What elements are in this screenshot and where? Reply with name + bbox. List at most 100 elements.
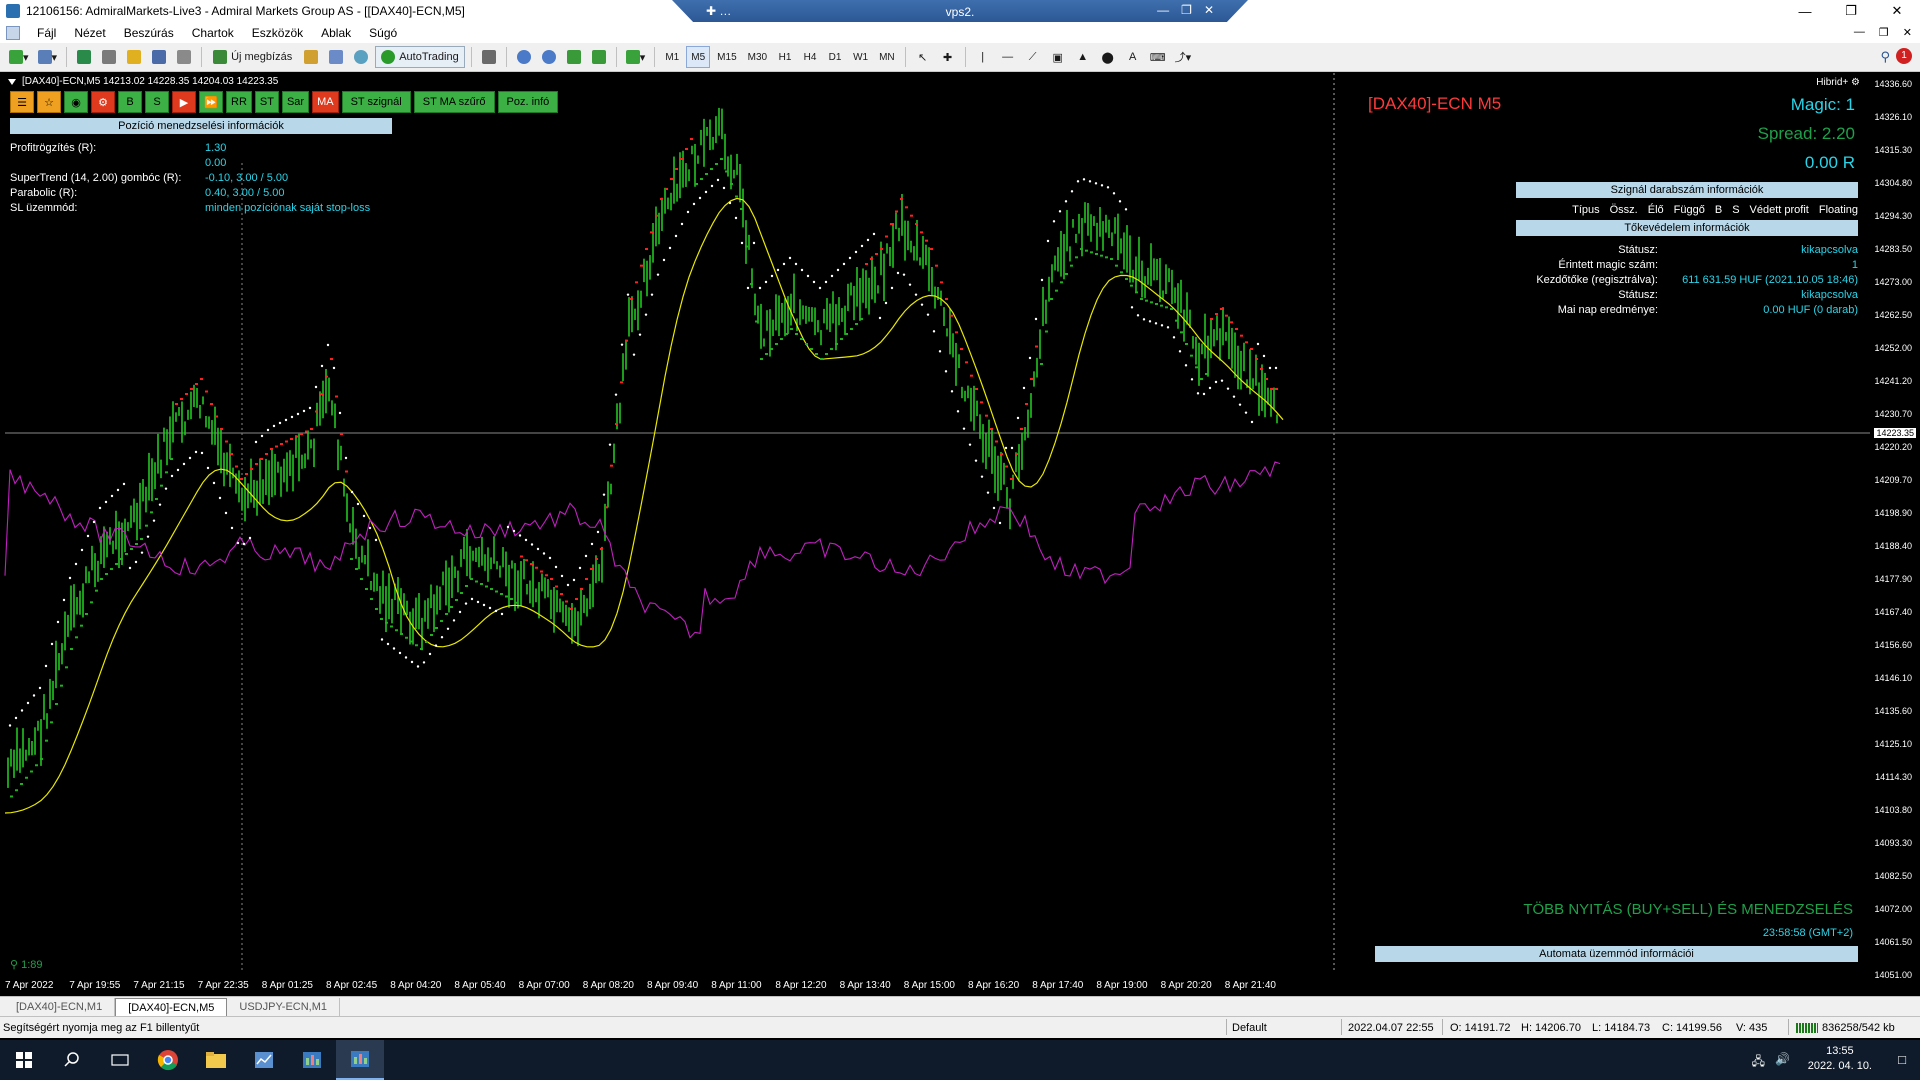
chart-shift-button[interactable]	[588, 46, 610, 68]
triangle-button[interactable]: ▲	[1072, 46, 1094, 68]
period-d1[interactable]: D1	[824, 46, 846, 68]
menu-insert[interactable]: Beszúrás	[115, 26, 183, 40]
navigator-button[interactable]	[123, 46, 145, 68]
text-button[interactable]: A	[1122, 46, 1144, 68]
remote-close-icon[interactable]: ✕	[1204, 3, 1214, 17]
zoom-in-button[interactable]	[513, 46, 535, 68]
period-mn[interactable]: MN	[875, 46, 899, 68]
ma-button[interactable]: MA	[312, 91, 339, 113]
rectangle-button[interactable]: ▣	[1047, 46, 1069, 68]
auto-mode-bar[interactable]: Automata üzemmód információi	[1375, 946, 1858, 962]
position-info-button[interactable]: Poz. infó	[497, 91, 559, 113]
indicators-button[interactable]: ▾	[623, 46, 649, 68]
menu-tools[interactable]: Eszközök	[243, 26, 312, 40]
bar-chart-button[interactable]	[478, 46, 500, 68]
remote-restore-icon[interactable]: ❐	[1181, 3, 1192, 17]
period-m15[interactable]: M15	[713, 46, 740, 68]
pin-icon[interactable]: ✚ …	[706, 4, 731, 18]
autoscroll-button[interactable]	[563, 46, 585, 68]
st-signal-button[interactable]: ST szignál	[341, 91, 411, 113]
volume-icon[interactable]: 🔊	[1775, 1052, 1790, 1073]
sar-button[interactable]: Sar	[281, 91, 310, 113]
ellipse-button[interactable]: ⬤	[1097, 46, 1119, 68]
st-button[interactable]: ST	[254, 91, 279, 113]
horizontal-line-button[interactable]: —	[997, 46, 1019, 68]
start-button[interactable]	[0, 1040, 48, 1080]
network-icon[interactable]: 🖧	[1752, 1052, 1765, 1073]
child-restore-icon[interactable]: ❐	[1879, 26, 1889, 39]
hibrid-label[interactable]: Hibrid+ ⚙	[1816, 77, 1860, 88]
sell-button[interactable]: S	[145, 91, 169, 113]
notification-icon[interactable]: 1	[1896, 48, 1912, 64]
connection-status[interactable]: 836258/542 kb	[1796, 1022, 1895, 1034]
eye-icon[interactable]: ◉	[64, 91, 88, 113]
menu-view[interactable]: Nézet	[65, 26, 114, 40]
autotrading-button[interactable]: AutoTrading	[375, 46, 465, 68]
period-h4[interactable]: H4	[799, 46, 821, 68]
menu-icon[interactable]: ☰	[10, 91, 34, 113]
period-m1[interactable]: M1	[661, 46, 683, 68]
play-icon[interactable]: ▶	[172, 91, 196, 113]
market-button[interactable]	[350, 46, 372, 68]
star-icon[interactable]: ☆	[37, 91, 61, 113]
child-minimize-icon[interactable]: —	[1854, 26, 1865, 39]
fast-forward-icon[interactable]: ⏩	[199, 91, 223, 113]
search-icon[interactable]: ⚲	[1880, 49, 1890, 65]
period-h1[interactable]: H1	[774, 46, 796, 68]
app-button-2[interactable]	[288, 1040, 336, 1080]
trendline-button[interactable]: ⟋	[1022, 46, 1044, 68]
task-view-button[interactable]	[96, 1040, 144, 1080]
period-w1[interactable]: W1	[849, 46, 872, 68]
arrows-button[interactable]: ⤴▾	[1172, 46, 1195, 68]
metaeditor-button[interactable]	[300, 46, 322, 68]
price-axis[interactable]: 14336.60 14326.10 14315.30 14304.80 14294.30…	[1870, 73, 1920, 980]
tab-usdjpy-m1[interactable]: USDJPY-ECN,M1	[227, 998, 341, 1016]
menu-help[interactable]: Súgó	[360, 26, 406, 40]
position-management-bar[interactable]: Pozíció menedzselési információk	[10, 118, 392, 134]
moving-average-line	[4, 197, 1284, 814]
minimize-icon[interactable]: —	[1782, 0, 1828, 22]
rr-button[interactable]: RR	[226, 91, 252, 113]
new-order-button[interactable]: Új megbízás	[208, 46, 297, 68]
crosshair-button[interactable]: ✚	[937, 46, 959, 68]
supertrend-dot	[855, 323, 858, 325]
signal-count-bar[interactable]: Szignál darabszám információk	[1516, 182, 1858, 198]
tab-dax40-m1[interactable]: [DAX40]-ECN,M1	[4, 998, 116, 1016]
app-button-1[interactable]	[240, 1040, 288, 1080]
tab-dax40-m5[interactable]: [DAX40]-ECN,M5	[115, 998, 228, 1016]
data-window-button[interactable]	[98, 46, 120, 68]
st-ma-filter-button[interactable]: ST MA szűrő	[413, 91, 495, 113]
buy-button[interactable]: B	[118, 91, 142, 113]
vertical-line-button[interactable]: |	[972, 46, 994, 68]
settings-icon[interactable]: ⚙	[91, 91, 115, 113]
capital-protection-bar[interactable]: Tőkevédelem információk	[1516, 220, 1858, 236]
collapse-icon[interactable]	[8, 78, 16, 85]
menu-window[interactable]: Ablak	[312, 26, 360, 40]
taskbar-clock[interactable]: 13:55 2022. 04. 10.	[1808, 1044, 1872, 1074]
tester-button[interactable]	[173, 46, 195, 68]
restore-icon[interactable]: ❐	[1828, 0, 1874, 22]
menu-file[interactable]: Fájl	[28, 26, 65, 40]
explorer-button[interactable]	[192, 1040, 240, 1080]
time-axis[interactable]: 7 Apr 2022 7 Apr 19:55 7 Apr 21:15 7 Apr 22…	[0, 975, 1870, 995]
text-label-button[interactable]: ⌨	[1147, 46, 1169, 68]
app-button-3[interactable]	[336, 1040, 384, 1080]
period-m5[interactable]: M5	[686, 46, 711, 68]
chart-window-icon[interactable]	[6, 25, 20, 40]
zoom-out-button[interactable]	[538, 46, 560, 68]
cursor-button[interactable]: ↖	[912, 46, 934, 68]
profiles-button[interactable]: ▾	[35, 46, 61, 68]
new-chart-button[interactable]: ▾	[6, 46, 32, 68]
period-m30[interactable]: M30	[744, 46, 771, 68]
close-icon[interactable]: ✕	[1874, 0, 1920, 22]
menu-charts[interactable]: Chartok	[183, 26, 243, 40]
chrome-button[interactable]	[144, 1040, 192, 1080]
terminal-button[interactable]	[148, 46, 170, 68]
signals-button[interactable]	[325, 46, 347, 68]
chart-window[interactable]: [DAX40]-ECN,M5 14213.02 14228.35 14204.0…	[0, 73, 1920, 1000]
market-watch-button[interactable]	[73, 46, 95, 68]
remote-minimize-icon[interactable]: —	[1157, 3, 1169, 17]
child-close-icon[interactable]: ✕	[1903, 26, 1912, 39]
search-button[interactable]	[48, 1040, 96, 1080]
action-center-icon[interactable]: □	[1898, 1052, 1906, 1067]
